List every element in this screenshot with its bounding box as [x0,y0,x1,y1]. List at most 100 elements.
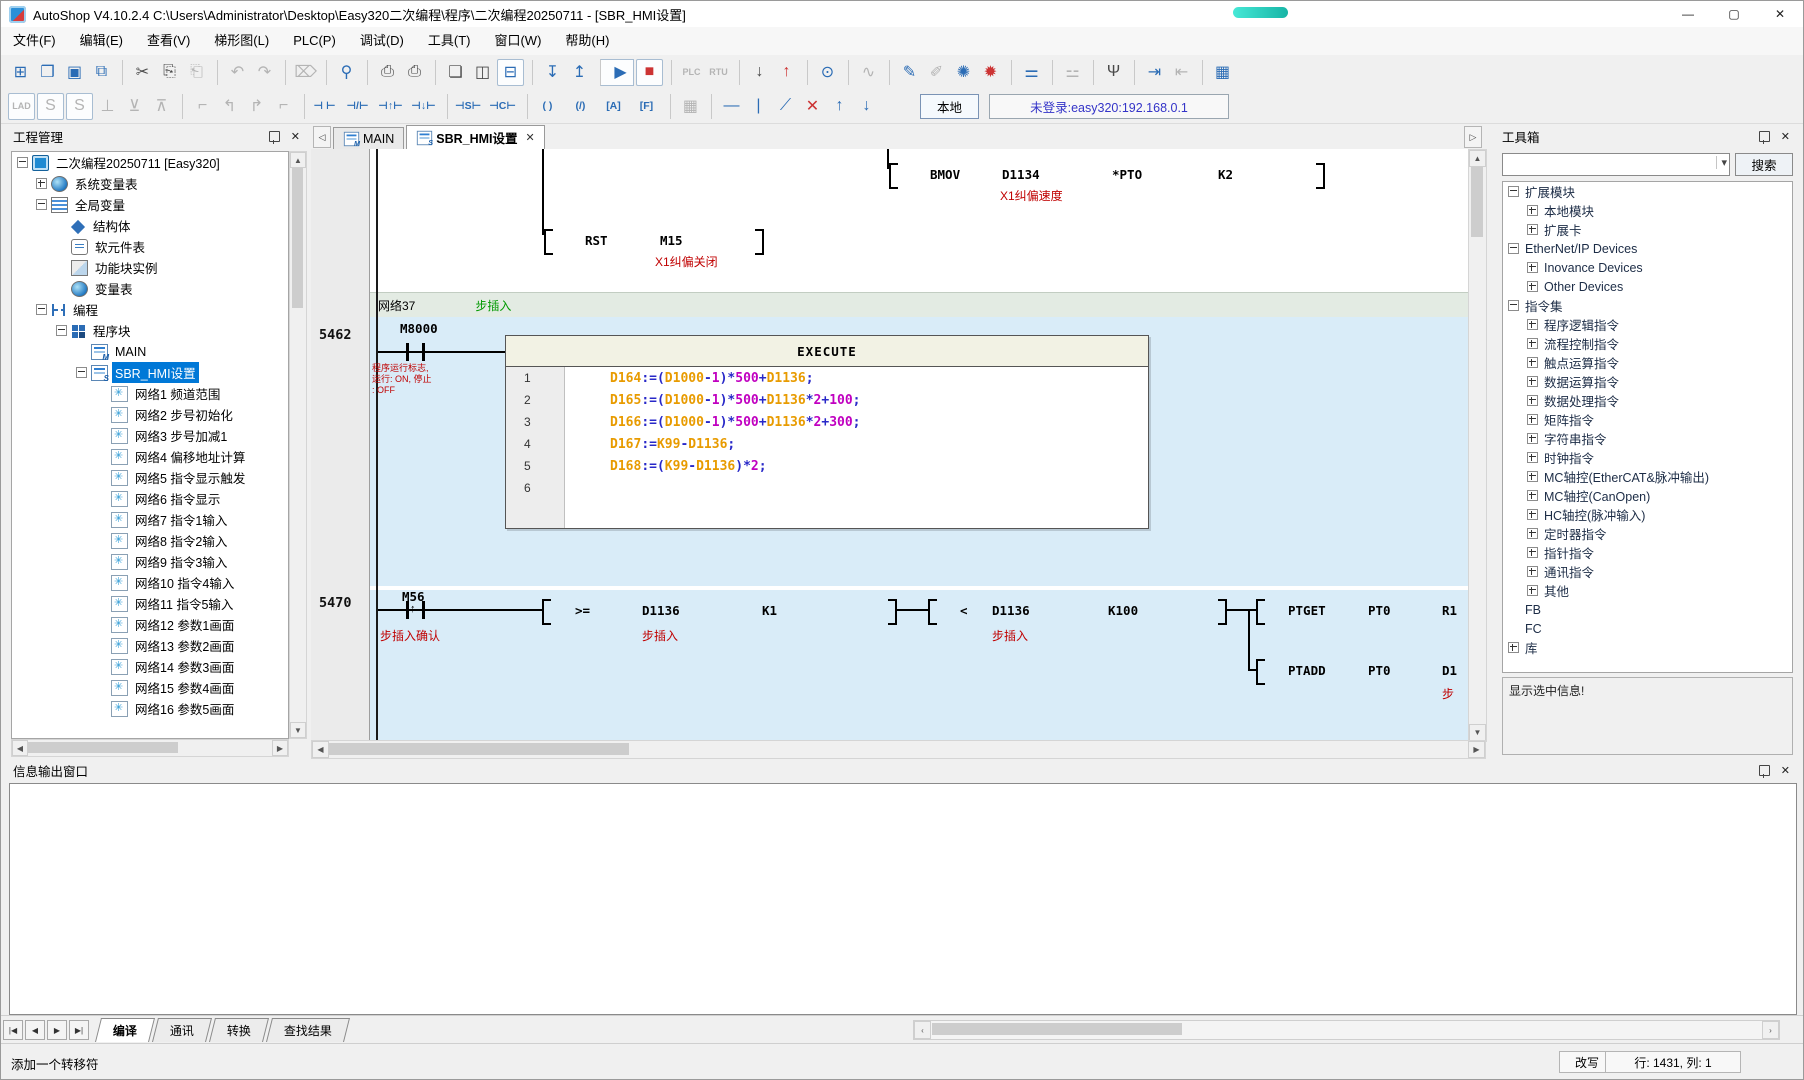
tree-item[interactable]: 网络4 偏移地址计算 [12,446,288,467]
operand[interactable]: D1136 [642,603,680,618]
toolbox-item[interactable]: 本地模块 [1503,201,1792,220]
tree-expander-icon[interactable] [1527,338,1538,349]
editor-vscrollbar[interactable]: ▲ ▼ [1468,149,1487,742]
tree-item[interactable]: 系统变量表 [12,173,288,194]
tree-item[interactable]: 变量表 [12,278,288,299]
instruction-op[interactable]: PTGET [1288,603,1326,618]
new-file-icon[interactable]: ⊞ [8,60,33,85]
contact-falling-icon[interactable]: ⊣↓⊢ [408,94,439,119]
tab-sbr-hmi[interactable]: SBR_HMI设置 ✕ [406,125,544,149]
toolbox-item[interactable]: 字符串指令 [1503,429,1792,448]
tab-scroll-left-icon[interactable]: ◁ [313,126,331,148]
cascade-windows-icon[interactable]: ❏ [435,60,468,85]
operand[interactable]: M15 [660,233,683,248]
tree-expander-icon[interactable] [36,178,47,189]
tree-expander-icon[interactable] [1527,205,1538,216]
tree-expander-icon[interactable] [36,304,47,315]
tree-expander-icon[interactable] [36,199,47,210]
contact-label[interactable]: M8000 [400,321,438,336]
toolbox-item[interactable]: 矩阵指令 [1503,410,1792,429]
func-block-grid-icon[interactable]: ▦ [670,94,703,119]
tree-item[interactable]: 网络2 步号初始化 [12,404,288,425]
nav-first-icon[interactable]: |◀ [3,1020,23,1040]
output-tab[interactable]: 查找结果 [266,1018,350,1042]
tree-expander-icon[interactable] [17,157,28,168]
coil-app-icon[interactable]: [A] [598,94,629,119]
menu-item[interactable]: 查看(V) [135,27,202,55]
project-tree-hscrollbar[interactable]: ◀ ▶ [11,739,289,757]
pin-icon[interactable] [1759,131,1770,142]
tree-expander-icon[interactable] [1527,395,1538,406]
operand[interactable]: D1136 [992,603,1030,618]
close-panel-icon[interactable]: ✕ [288,130,303,143]
execute-block[interactable]: EXECUTE 1D164:=(D1000-1)*500+D1136; 2D16… [505,335,1149,529]
align-disabled-icon[interactable]: ⚍ [1052,60,1085,85]
toolbox-item[interactable]: Other Devices [1503,277,1792,296]
delete-node-icon[interactable]: ✕ [800,94,825,119]
lad-view-icon[interactable]: LAD [8,93,35,120]
pin-icon[interactable] [269,131,280,142]
toolbox-item[interactable]: 触点运算指令 [1503,353,1792,372]
tree-item[interactable]: 网络10 指令4输入 [12,572,288,593]
operand[interactable]: *PTO [1112,167,1142,182]
oscilloscope-icon[interactable]: ∿ [848,60,881,85]
bottom-hscrollbar[interactable]: ‹ › [913,1020,1780,1040]
tree-item[interactable]: 网络6 指令显示 [12,488,288,509]
close-panel-icon[interactable]: ✕ [1778,764,1793,777]
tree-expander-icon[interactable] [1527,357,1538,368]
tree-item[interactable]: 二次编程20250711 [Easy320] [12,152,288,173]
output-text-area[interactable] [9,783,1797,1015]
network37-header[interactable]: 网络37 步插入 [370,292,1468,318]
clear-program-icon[interactable]: ✹ [978,60,1003,85]
tree-expander-icon[interactable] [1527,224,1538,235]
tree-item[interactable]: SBR_HMI设置 [12,362,288,383]
output-tab[interactable]: 通讯 [152,1018,212,1042]
contact-bar[interactable] [422,601,425,619]
nav-next-icon[interactable]: ▶ [47,1020,67,1040]
menu-item[interactable]: 编辑(E) [68,27,135,55]
instruction-op[interactable]: PTADD [1288,663,1326,678]
run-icon[interactable]: ▶ [600,59,634,86]
tree-expander-icon[interactable] [1527,414,1538,425]
toolbox-item[interactable]: 扩展模块 [1503,182,1792,201]
jump-into-icon[interactable]: ⇥ [1134,60,1167,85]
upload-from-plc-icon[interactable]: ↑ [774,60,799,85]
tree-item[interactable]: 网络15 参数4画面 [12,677,288,698]
tree-item[interactable]: 网络8 指令2输入 [12,530,288,551]
local-mode-button[interactable]: 本地 [920,94,979,119]
tree-expander-icon[interactable] [1508,300,1519,311]
draw-vline-icon[interactable]: | [746,94,771,119]
code-line[interactable]: 6 [506,477,1148,499]
tab-close-icon[interactable]: ✕ [526,131,535,144]
operand[interactable]: K1 [762,603,777,618]
tree-item[interactable]: 全局变量 [12,194,288,215]
branch-right-icon[interactable]: ⌐ [182,94,215,119]
operand[interactable]: PT0 [1368,663,1391,678]
operand[interactable]: D1134 [1002,167,1040,182]
menu-item[interactable]: 文件(F) [1,27,68,55]
tree-item[interactable]: 网络12 参数1画面 [12,614,288,635]
toolbox-item[interactable]: 通讯指令 [1503,562,1792,581]
menu-item[interactable]: 窗口(W) [482,27,553,55]
toolbox-item[interactable]: 库 [1503,638,1792,657]
search-combobox[interactable] [1502,153,1730,176]
find-icon[interactable]: ⚲ [326,60,359,85]
jump-out-icon[interactable]: ⇤ [1169,60,1194,85]
toolbox-item[interactable]: MC轴控(EtherCAT&脉冲输出) [1503,467,1792,486]
print-setup-icon[interactable]: ⎙ [402,60,427,85]
toolbox-item[interactable]: EtherNet/IP Devices [1503,239,1792,258]
code-line[interactable]: 1D164:=(D1000-1)*500+D1136; [506,367,1148,389]
tree-expander-icon[interactable] [1508,186,1519,197]
close-panel-icon[interactable]: ✕ [1778,130,1793,143]
coil-not-icon[interactable]: (/) [565,94,596,119]
branch-down-icon[interactable]: ↱ [244,94,269,119]
code-line[interactable]: 5D168:=(K99-D1136)*2; [506,455,1148,477]
code-line[interactable]: 2D165:=(D1000-1)*500+D1136*2+100; [506,389,1148,411]
contact-open-icon[interactable]: ⊣ ⊢ [304,94,340,119]
toolbox-item[interactable]: HC轴控(脉冲输入) [1503,505,1792,524]
operand[interactable]: K2 [1218,167,1233,182]
contact-bar[interactable] [406,343,409,361]
delete-icon[interactable]: ⌦ [285,60,318,85]
move-down-icon[interactable]: ↓ [854,94,879,119]
tile-windows-icon[interactable]: ◫ [470,60,495,85]
